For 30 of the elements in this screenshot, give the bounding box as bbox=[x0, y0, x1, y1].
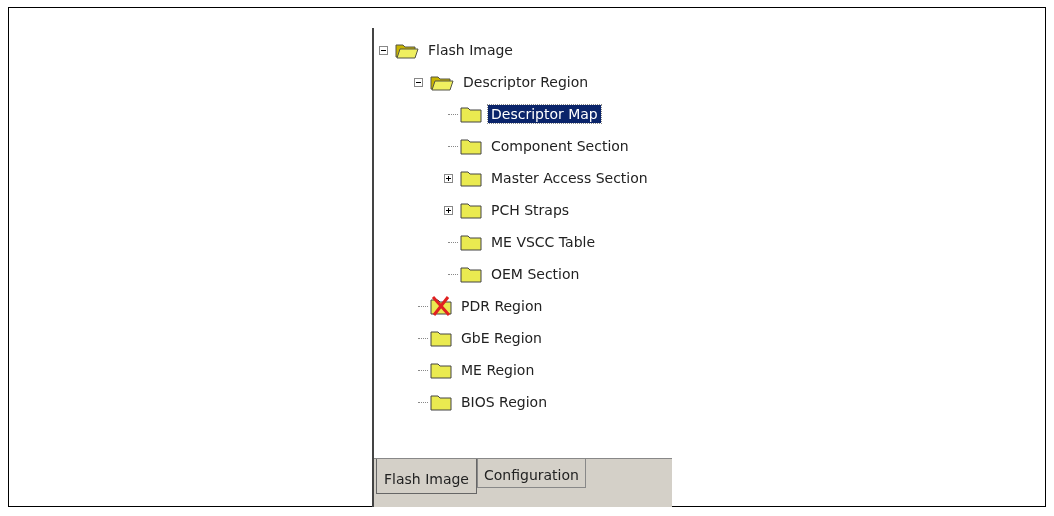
open-folder-icon bbox=[430, 73, 454, 91]
expander-icon[interactable] bbox=[444, 205, 453, 215]
folder-icon bbox=[430, 393, 452, 411]
folder-icon bbox=[460, 105, 482, 123]
expander-icon[interactable] bbox=[414, 77, 423, 87]
folder-icon bbox=[460, 201, 482, 219]
expander-icon[interactable] bbox=[444, 173, 453, 183]
tree-item[interactable]: OEM Section bbox=[488, 265, 583, 283]
expander-icon[interactable] bbox=[379, 45, 388, 55]
tab[interactable]: Flash Image bbox=[376, 459, 477, 494]
tree-item[interactable]: Descriptor Region bbox=[460, 73, 592, 91]
error-folder-icon bbox=[430, 296, 452, 316]
folder-icon bbox=[460, 265, 482, 283]
folder-icon bbox=[460, 233, 482, 251]
open-folder-icon bbox=[395, 41, 419, 59]
tree-item[interactable]: Master Access Section bbox=[488, 169, 651, 187]
tree-item[interactable]: Flash Image bbox=[425, 41, 516, 59]
tree-item[interactable]: Component Section bbox=[488, 137, 632, 155]
tab[interactable]: Configuration bbox=[477, 459, 586, 488]
tree-item[interactable]: ME VSCC Table bbox=[488, 233, 599, 251]
folder-icon bbox=[430, 361, 452, 379]
folder-icon bbox=[460, 137, 482, 155]
tree-item[interactable]: PDR Region bbox=[458, 297, 546, 315]
tree-item[interactable]: Descriptor Map bbox=[488, 105, 601, 123]
tree-item[interactable]: PCH Straps bbox=[488, 201, 573, 219]
tree-item[interactable]: BIOS Region bbox=[458, 393, 551, 411]
tree-item[interactable]: GbE Region bbox=[458, 329, 545, 347]
tree-item[interactable]: ME Region bbox=[458, 361, 538, 379]
folder-icon bbox=[430, 329, 452, 347]
folder-icon bbox=[460, 169, 482, 187]
